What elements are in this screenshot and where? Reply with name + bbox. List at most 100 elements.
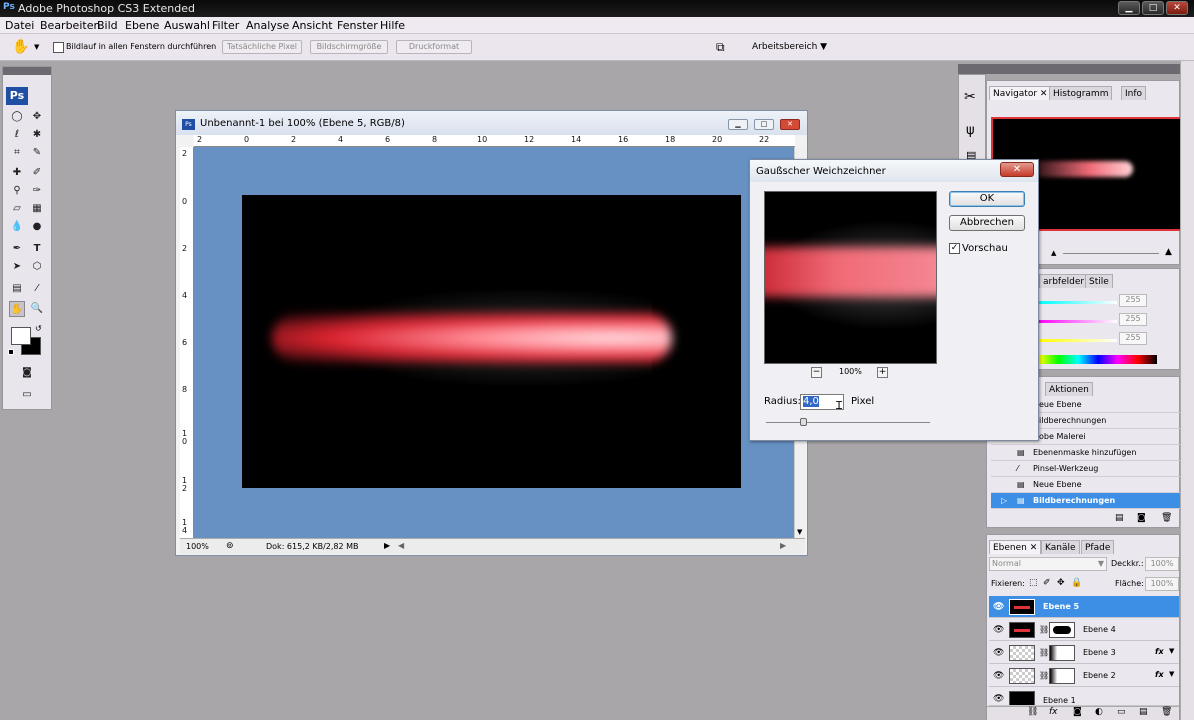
blur-tool-icon[interactable]: 💧 bbox=[9, 219, 25, 235]
add-mask-icon[interactable]: ◙ bbox=[1073, 707, 1082, 717]
eye-icon[interactable]: 👁 bbox=[993, 602, 1004, 612]
history-item-selected[interactable]: ▷ ▤ Bildberechnungen bbox=[991, 493, 1181, 509]
tab-styles[interactable]: Stile bbox=[1085, 274, 1113, 288]
eye-icon[interactable]: 👁 bbox=[993, 625, 1004, 635]
actual-pixels-button[interactable]: Tatsächliche Pixel bbox=[222, 40, 302, 54]
palette-well-icon[interactable]: ⧉ bbox=[716, 40, 725, 55]
color-value-b[interactable]: 255 bbox=[1119, 332, 1147, 345]
color-value-g[interactable]: 255 bbox=[1119, 313, 1147, 326]
color-value-r[interactable]: 255 bbox=[1119, 294, 1147, 307]
image-canvas[interactable] bbox=[242, 195, 741, 488]
tool-presets-icon[interactable]: ✂ bbox=[964, 89, 976, 105]
preview-zoom-in-button[interactable]: + bbox=[877, 367, 888, 378]
eyedropper2-tool-icon[interactable]: ⁄ bbox=[29, 281, 45, 297]
doc-minimize-button[interactable]: ▁ bbox=[728, 119, 748, 130]
expand-effects-icon[interactable]: ▼ bbox=[1169, 670, 1174, 678]
history-item[interactable]: ⁄ Pinsel-Werkzeug bbox=[991, 461, 1181, 477]
menu-analyse[interactable]: Analyse bbox=[246, 19, 289, 32]
workspace-dropdown[interactable]: Arbeitsbereich ▼ bbox=[752, 42, 827, 52]
toolbox-header[interactable] bbox=[3, 67, 51, 75]
history-brush-tool-icon[interactable]: ✑ bbox=[29, 183, 45, 199]
chain-link-icon[interactable]: ⛓ bbox=[1039, 625, 1049, 634]
link-layers-icon[interactable]: ⛓ bbox=[1027, 707, 1038, 717]
menu-bearbeiten[interactable]: Bearbeiten bbox=[40, 19, 100, 32]
tab-actions[interactable]: Aktionen bbox=[1045, 382, 1093, 396]
tab-histogram[interactable]: Histogramm bbox=[1049, 86, 1113, 100]
tool-preset-dropdown-icon[interactable]: ▼ bbox=[34, 43, 39, 51]
eye-icon[interactable]: 👁 bbox=[993, 671, 1004, 681]
color-slider-g[interactable] bbox=[1039, 320, 1117, 323]
menu-filter[interactable]: Filter bbox=[212, 19, 239, 32]
move-tool-icon[interactable]: ✥ bbox=[29, 109, 45, 125]
radius-slider-thumb[interactable] bbox=[800, 418, 807, 426]
document-title-bar[interactable]: Ps Unbenannt-1 bei 100% (Ebene 5, RGB/8)… bbox=[176, 111, 807, 135]
fx-icon[interactable]: fx bbox=[1155, 647, 1164, 656]
eye-icon[interactable]: 👁 bbox=[993, 694, 1004, 704]
fill-input[interactable]: 100% bbox=[1145, 577, 1179, 591]
scroll-all-windows-checkbox[interactable] bbox=[53, 42, 64, 53]
preview-zoom-out-button[interactable]: − bbox=[811, 367, 822, 378]
status-menu-arrow-icon[interactable]: ▶ bbox=[384, 541, 390, 550]
menu-ebene[interactable]: Ebene bbox=[125, 19, 159, 32]
chain-link-icon[interactable]: ⛓ bbox=[1039, 671, 1049, 680]
layer-row-ebene-5[interactable]: 👁 Ebene 5 bbox=[989, 596, 1179, 618]
marquee-tool-icon[interactable]: ◯ bbox=[9, 109, 25, 125]
eyedropper-tool-icon[interactable]: ✎ bbox=[29, 145, 45, 161]
screen-mode-icon[interactable]: ▭ bbox=[19, 387, 35, 403]
maximize-button[interactable]: □ bbox=[1142, 1, 1164, 15]
tab-info[interactable]: Info bbox=[1121, 86, 1147, 100]
crop-tool-icon[interactable]: ⌗ bbox=[9, 145, 25, 161]
blend-mode-select[interactable]: Normal ▼ bbox=[989, 557, 1107, 571]
delete-layer-icon[interactable]: 🗑 bbox=[1161, 707, 1172, 717]
scroll-left-arrow-icon[interactable]: ◀ bbox=[398, 541, 404, 550]
zoom-out-small-icon[interactable]: ▲ bbox=[1051, 249, 1056, 257]
tab-paths[interactable]: Pfade bbox=[1081, 540, 1115, 554]
dock-scrollbar[interactable] bbox=[1180, 61, 1194, 720]
healing-brush-tool-icon[interactable]: ✚ bbox=[9, 165, 25, 181]
layer-row-ebene-1[interactable]: 👁 Ebene 1 bbox=[989, 688, 1179, 706]
lock-position-icon[interactable]: ✥ bbox=[1057, 578, 1065, 588]
radius-slider-track[interactable] bbox=[766, 422, 930, 423]
zoom-in-large-icon[interactable]: ▲ bbox=[1165, 247, 1172, 257]
swap-colors-icon[interactable]: ↺ bbox=[35, 324, 42, 333]
clone-stamp-tool-icon[interactable]: ⚲ bbox=[9, 183, 25, 199]
layer-row-ebene-3[interactable]: 👁 ⛓ Ebene 3 fx ▼ bbox=[989, 642, 1179, 664]
path-selection-tool-icon[interactable]: ➤ bbox=[9, 259, 25, 275]
print-size-button[interactable]: Druckformat bbox=[396, 40, 472, 54]
hand-tool-icon[interactable]: ✋ bbox=[9, 301, 25, 317]
magic-wand-tool-icon[interactable]: ✱ bbox=[29, 127, 45, 143]
chain-link-icon[interactable]: ⛓ bbox=[1039, 648, 1049, 657]
dialog-close-button[interactable]: ✕ bbox=[1000, 162, 1034, 177]
lasso-tool-icon[interactable]: ℓ bbox=[9, 127, 25, 143]
new-group-icon[interactable]: ▭ bbox=[1117, 707, 1126, 717]
lock-transparency-icon[interactable]: ⬚ bbox=[1029, 578, 1038, 588]
hand-tool-icon[interactable]: ✋ bbox=[12, 39, 29, 55]
add-style-icon[interactable]: fx bbox=[1049, 707, 1058, 717]
opacity-input[interactable]: 100% bbox=[1145, 557, 1179, 571]
screen-size-button[interactable]: Bildschirmgröße bbox=[310, 40, 388, 54]
doc-close-button[interactable]: ✕ bbox=[780, 119, 800, 130]
ps-logo[interactable]: Ps bbox=[6, 87, 28, 105]
zoom-tool-icon[interactable]: 🔍 bbox=[29, 301, 45, 317]
menu-datei[interactable]: Datei bbox=[5, 19, 34, 32]
color-slider-b[interactable] bbox=[1039, 339, 1117, 342]
delete-state-icon[interactable]: 🗑 bbox=[1161, 513, 1172, 523]
blur-preview[interactable] bbox=[764, 191, 937, 364]
status-info-icon[interactable]: ⊚ bbox=[226, 541, 234, 551]
new-layer-icon[interactable]: ▤ bbox=[1139, 707, 1148, 717]
layer-row-ebene-4[interactable]: 👁 ⛓ Ebene 4 bbox=[989, 619, 1179, 641]
brush-tool-icon[interactable]: ✐ bbox=[29, 165, 45, 181]
eraser-tool-icon[interactable]: ▱ bbox=[9, 201, 25, 217]
foreground-color-swatch[interactable] bbox=[11, 327, 31, 345]
panel-dock-header[interactable] bbox=[958, 64, 1194, 74]
shape-tool-icon[interactable]: ⬡ bbox=[29, 259, 45, 275]
color-spectrum-bar[interactable] bbox=[1039, 355, 1157, 364]
lock-pixels-icon[interactable]: ✐ bbox=[1043, 578, 1051, 588]
notes-tool-icon[interactable]: ▤ bbox=[9, 281, 25, 297]
history-item[interactable]: ▤ Ebenenmaske hinzufügen bbox=[991, 445, 1181, 461]
dodge-tool-icon[interactable]: ● bbox=[29, 219, 45, 235]
history-slider-icon[interactable]: ▷ bbox=[1001, 493, 1007, 509]
pen-tool-icon[interactable]: ✒ bbox=[9, 241, 25, 257]
menu-auswahl[interactable]: Auswahl bbox=[164, 19, 210, 32]
cancel-button[interactable]: Abbrechen bbox=[949, 215, 1025, 231]
